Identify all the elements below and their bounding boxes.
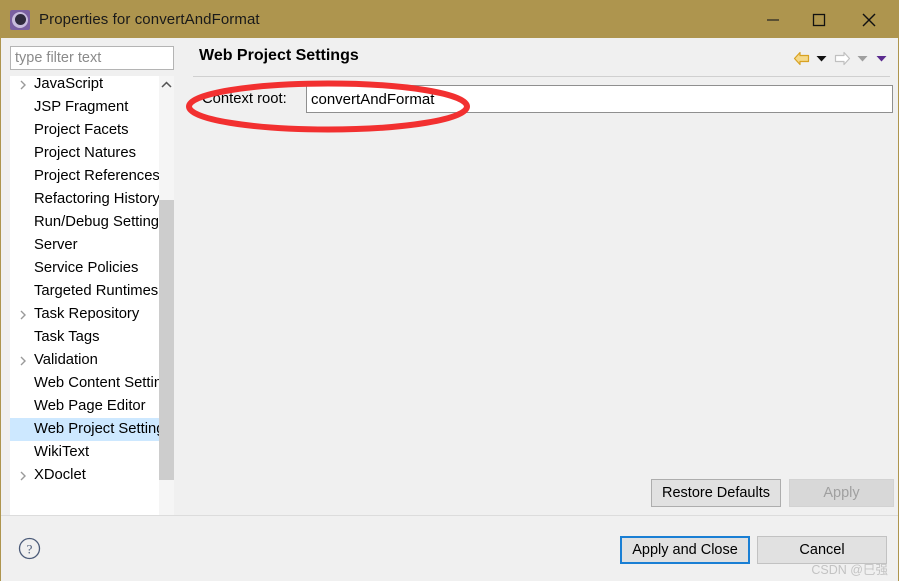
tree-item-label: Web Project Settings — [34, 421, 160, 437]
tree-item[interactable]: Web Content Settings — [10, 372, 160, 395]
chevron-right-icon[interactable] — [18, 464, 30, 487]
forward-arrow-icon — [832, 49, 852, 67]
restore-defaults-button[interactable]: Restore Defaults — [651, 479, 781, 507]
apply-button: Apply — [789, 479, 894, 507]
tree-item-label: Task Repository — [34, 306, 140, 322]
watermark: CSDN @巳强 — [811, 563, 888, 577]
properties-dialog: Properties for convertAndFormat type fil… — [0, 0, 899, 581]
tree-item[interactable]: Project References — [10, 165, 160, 188]
tree-item[interactable]: XDoclet — [10, 464, 160, 487]
tree-item-label: Web Page Editor — [34, 398, 146, 414]
tree-item[interactable]: Project Natures — [10, 142, 160, 165]
context-root-input[interactable] — [306, 85, 893, 113]
tree-item[interactable]: Web Page Editor — [10, 395, 160, 418]
settings-navigation-panel: JavaScript JSP Fragment Project Facets P… — [1, 38, 184, 544]
tree-item-label: Server — [34, 237, 78, 253]
maximize-button[interactable] — [796, 1, 842, 38]
view-menu-chevron-down-icon[interactable] — [873, 49, 890, 67]
title-bar: Properties for convertAndFormat — [1, 1, 898, 38]
tree-item-label: Project Natures — [34, 145, 136, 161]
tree-item[interactable]: Refactoring History — [10, 188, 160, 211]
tree-item-label: Service Policies — [34, 260, 139, 276]
tree-item-web-project-settings[interactable]: Web Project Settings — [10, 418, 160, 441]
close-button[interactable] — [846, 1, 892, 38]
back-arrow-icon[interactable] — [791, 49, 811, 67]
tree-item[interactable]: Validation — [10, 349, 160, 372]
window-title: Properties for convertAndFormat — [39, 11, 260, 28]
tree-item[interactable]: JavaScript — [10, 76, 160, 96]
settings-tree-list: JavaScript JSP Fragment Project Facets P… — [10, 76, 160, 487]
tree-item-label: JavaScript — [34, 76, 104, 92]
page-header: Web Project Settings — [185, 38, 898, 77]
maximize-icon — [812, 13, 826, 26]
context-root-label: Context root: — [202, 91, 287, 107]
tree-vertical-scrollbar[interactable] — [159, 76, 174, 528]
dialog-footer: ? Apply and Close Cancel CSDN @巳强 — [1, 515, 898, 581]
tree-item[interactable]: Project Facets — [10, 119, 160, 142]
tree-item-label: Run/Debug Settings — [34, 214, 160, 230]
minimize-button[interactable] — [750, 1, 796, 38]
tree-item-label: Refactoring History — [34, 191, 160, 207]
tree-item[interactable]: Targeted Runtimes — [10, 280, 160, 303]
tree-item[interactable]: Server — [10, 234, 160, 257]
back-menu-chevron-down-icon[interactable] — [813, 49, 830, 67]
tree-item[interactable]: Run/Debug Settings — [10, 211, 160, 234]
page-title: Web Project Settings — [199, 47, 359, 64]
tree-item-label: Targeted Runtimes — [34, 283, 159, 299]
web-project-settings-page: Web Project Settings Context root: conve… — [185, 38, 898, 515]
tree-item-label: Validation — [34, 352, 98, 368]
filter-input[interactable] — [10, 46, 174, 70]
scroll-up-button[interactable] — [159, 76, 174, 93]
tree-item-label: Project Facets — [34, 122, 129, 138]
chevron-right-icon[interactable] — [18, 303, 30, 326]
apply-and-close-button[interactable]: Apply and Close — [620, 536, 750, 564]
minimize-icon — [767, 18, 779, 21]
chevron-right-icon[interactable] — [18, 349, 30, 372]
tree-item[interactable]: JSP Fragment — [10, 96, 160, 119]
tree-item-label: XDoclet — [34, 467, 86, 483]
header-divider — [193, 76, 890, 77]
svg-text:?: ? — [27, 542, 33, 557]
tree-item[interactable]: Service Policies — [10, 257, 160, 280]
chevron-up-icon — [161, 81, 172, 88]
scroll-thumb-vertical[interactable] — [159, 200, 174, 480]
tree-item[interactable]: Task Repository — [10, 303, 160, 326]
tree-item-label: JSP Fragment — [34, 99, 129, 115]
eclipse-properties-icon — [10, 9, 30, 30]
settings-tree[interactable]: JavaScript JSP Fragment Project Facets P… — [10, 76, 174, 528]
forward-menu-chevron-down-icon — [854, 49, 871, 67]
tree-item-label: WikiText — [34, 444, 90, 460]
tree-item[interactable]: WikiText — [10, 441, 160, 464]
close-icon — [862, 13, 876, 26]
help-question-mark-icon[interactable]: ? — [18, 537, 41, 560]
context-root-row: Context root: — [185, 85, 898, 115]
tree-item-label: Task Tags — [34, 329, 100, 345]
chevron-right-icon[interactable] — [18, 76, 30, 96]
page-nav-toolbar — [791, 49, 890, 67]
tree-item[interactable]: Task Tags — [10, 326, 160, 349]
tree-item-label: Project References — [34, 168, 160, 184]
tree-item-label: Web Content Settings — [34, 375, 160, 391]
